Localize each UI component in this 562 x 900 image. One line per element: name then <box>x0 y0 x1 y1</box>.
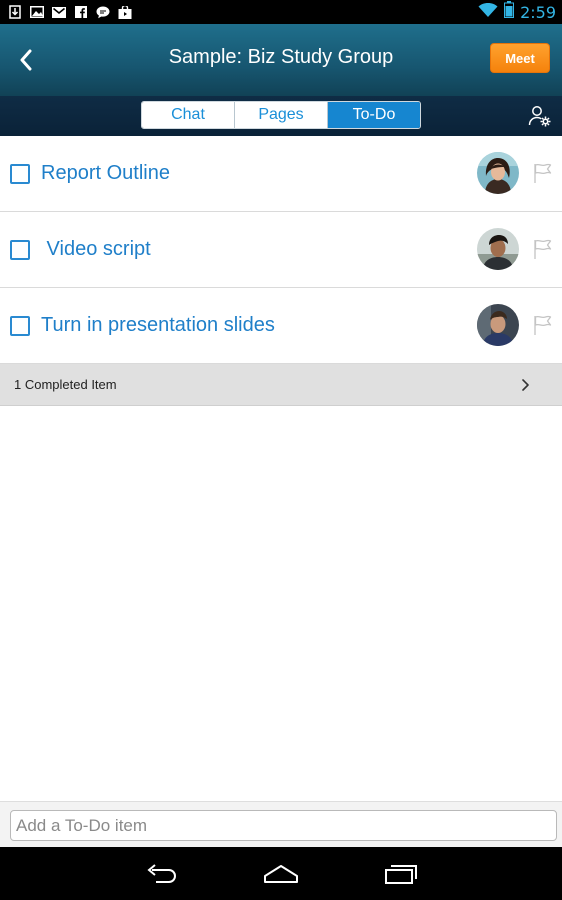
wifi-icon <box>478 2 498 23</box>
chat-bubble-icon <box>96 5 110 19</box>
flag-icon[interactable] <box>532 238 554 260</box>
nav-back-button[interactable] <box>141 861 181 887</box>
nav-home-button[interactable] <box>261 861 301 887</box>
tab-chat[interactable]: Chat <box>142 102 234 128</box>
todo-item[interactable]: Turn in presentation slides <box>0 288 562 364</box>
todo-label[interactable]: Report Outline <box>41 162 170 185</box>
todo-checkbox[interactable] <box>10 240 30 260</box>
download-icon <box>8 5 22 19</box>
nav-recents-button[interactable] <box>381 861 421 887</box>
gmail-icon <box>52 5 66 19</box>
completed-items-row[interactable]: 1 Completed Item <box>0 364 562 406</box>
avatar-man-icon[interactable] <box>477 228 519 270</box>
add-todo-input[interactable] <box>10 810 557 841</box>
group-settings-icon <box>528 106 551 127</box>
todo-label[interactable]: Turn in presentation slides <box>41 314 275 337</box>
store-icon <box>118 5 132 19</box>
segmented-control: Chat Pages To-Do <box>141 101 421 129</box>
tab-bar: Chat Pages To-Do <box>0 96 562 136</box>
tab-todo[interactable]: To-Do <box>327 102 420 128</box>
app-header: Sample: Biz Study Group Meet <box>0 24 562 96</box>
group-settings-button[interactable] <box>528 104 552 128</box>
todo-item[interactable]: Video script <box>0 212 562 288</box>
back-arrow-icon <box>147 864 176 883</box>
flag-icon[interactable] <box>532 314 554 336</box>
flag-icon[interactable] <box>532 162 554 184</box>
todo-checkbox[interactable] <box>10 164 30 184</box>
todo-item[interactable]: Report Outline <box>0 136 562 212</box>
todo-checkbox[interactable] <box>10 316 30 336</box>
status-bar: 2:59 <box>0 0 562 24</box>
home-icon <box>264 865 298 883</box>
battery-icon <box>504 1 515 23</box>
completed-items-label: 1 Completed Item <box>14 377 117 392</box>
avatar-man-2-icon[interactable] <box>477 304 519 346</box>
image-icon <box>30 5 44 19</box>
system-indicators: 2:59 <box>478 1 556 23</box>
tab-pages[interactable]: Pages <box>234 102 327 128</box>
avatar-woman-icon[interactable] <box>477 152 519 194</box>
todo-label[interactable]: Video script <box>41 238 151 261</box>
chevron-right-icon <box>518 377 532 393</box>
navigation-bar <box>0 847 562 900</box>
recent-apps-icon <box>385 865 417 884</box>
clock: 2:59 <box>520 2 556 22</box>
notification-icons <box>8 4 132 20</box>
meet-button[interactable]: Meet <box>490 43 550 73</box>
page-title: Sample: Biz Study Group <box>168 46 394 68</box>
todo-list: Report Outline Video script Turn in pres… <box>0 136 562 364</box>
facebook-icon <box>74 5 88 19</box>
add-todo-bar <box>0 801 562 847</box>
